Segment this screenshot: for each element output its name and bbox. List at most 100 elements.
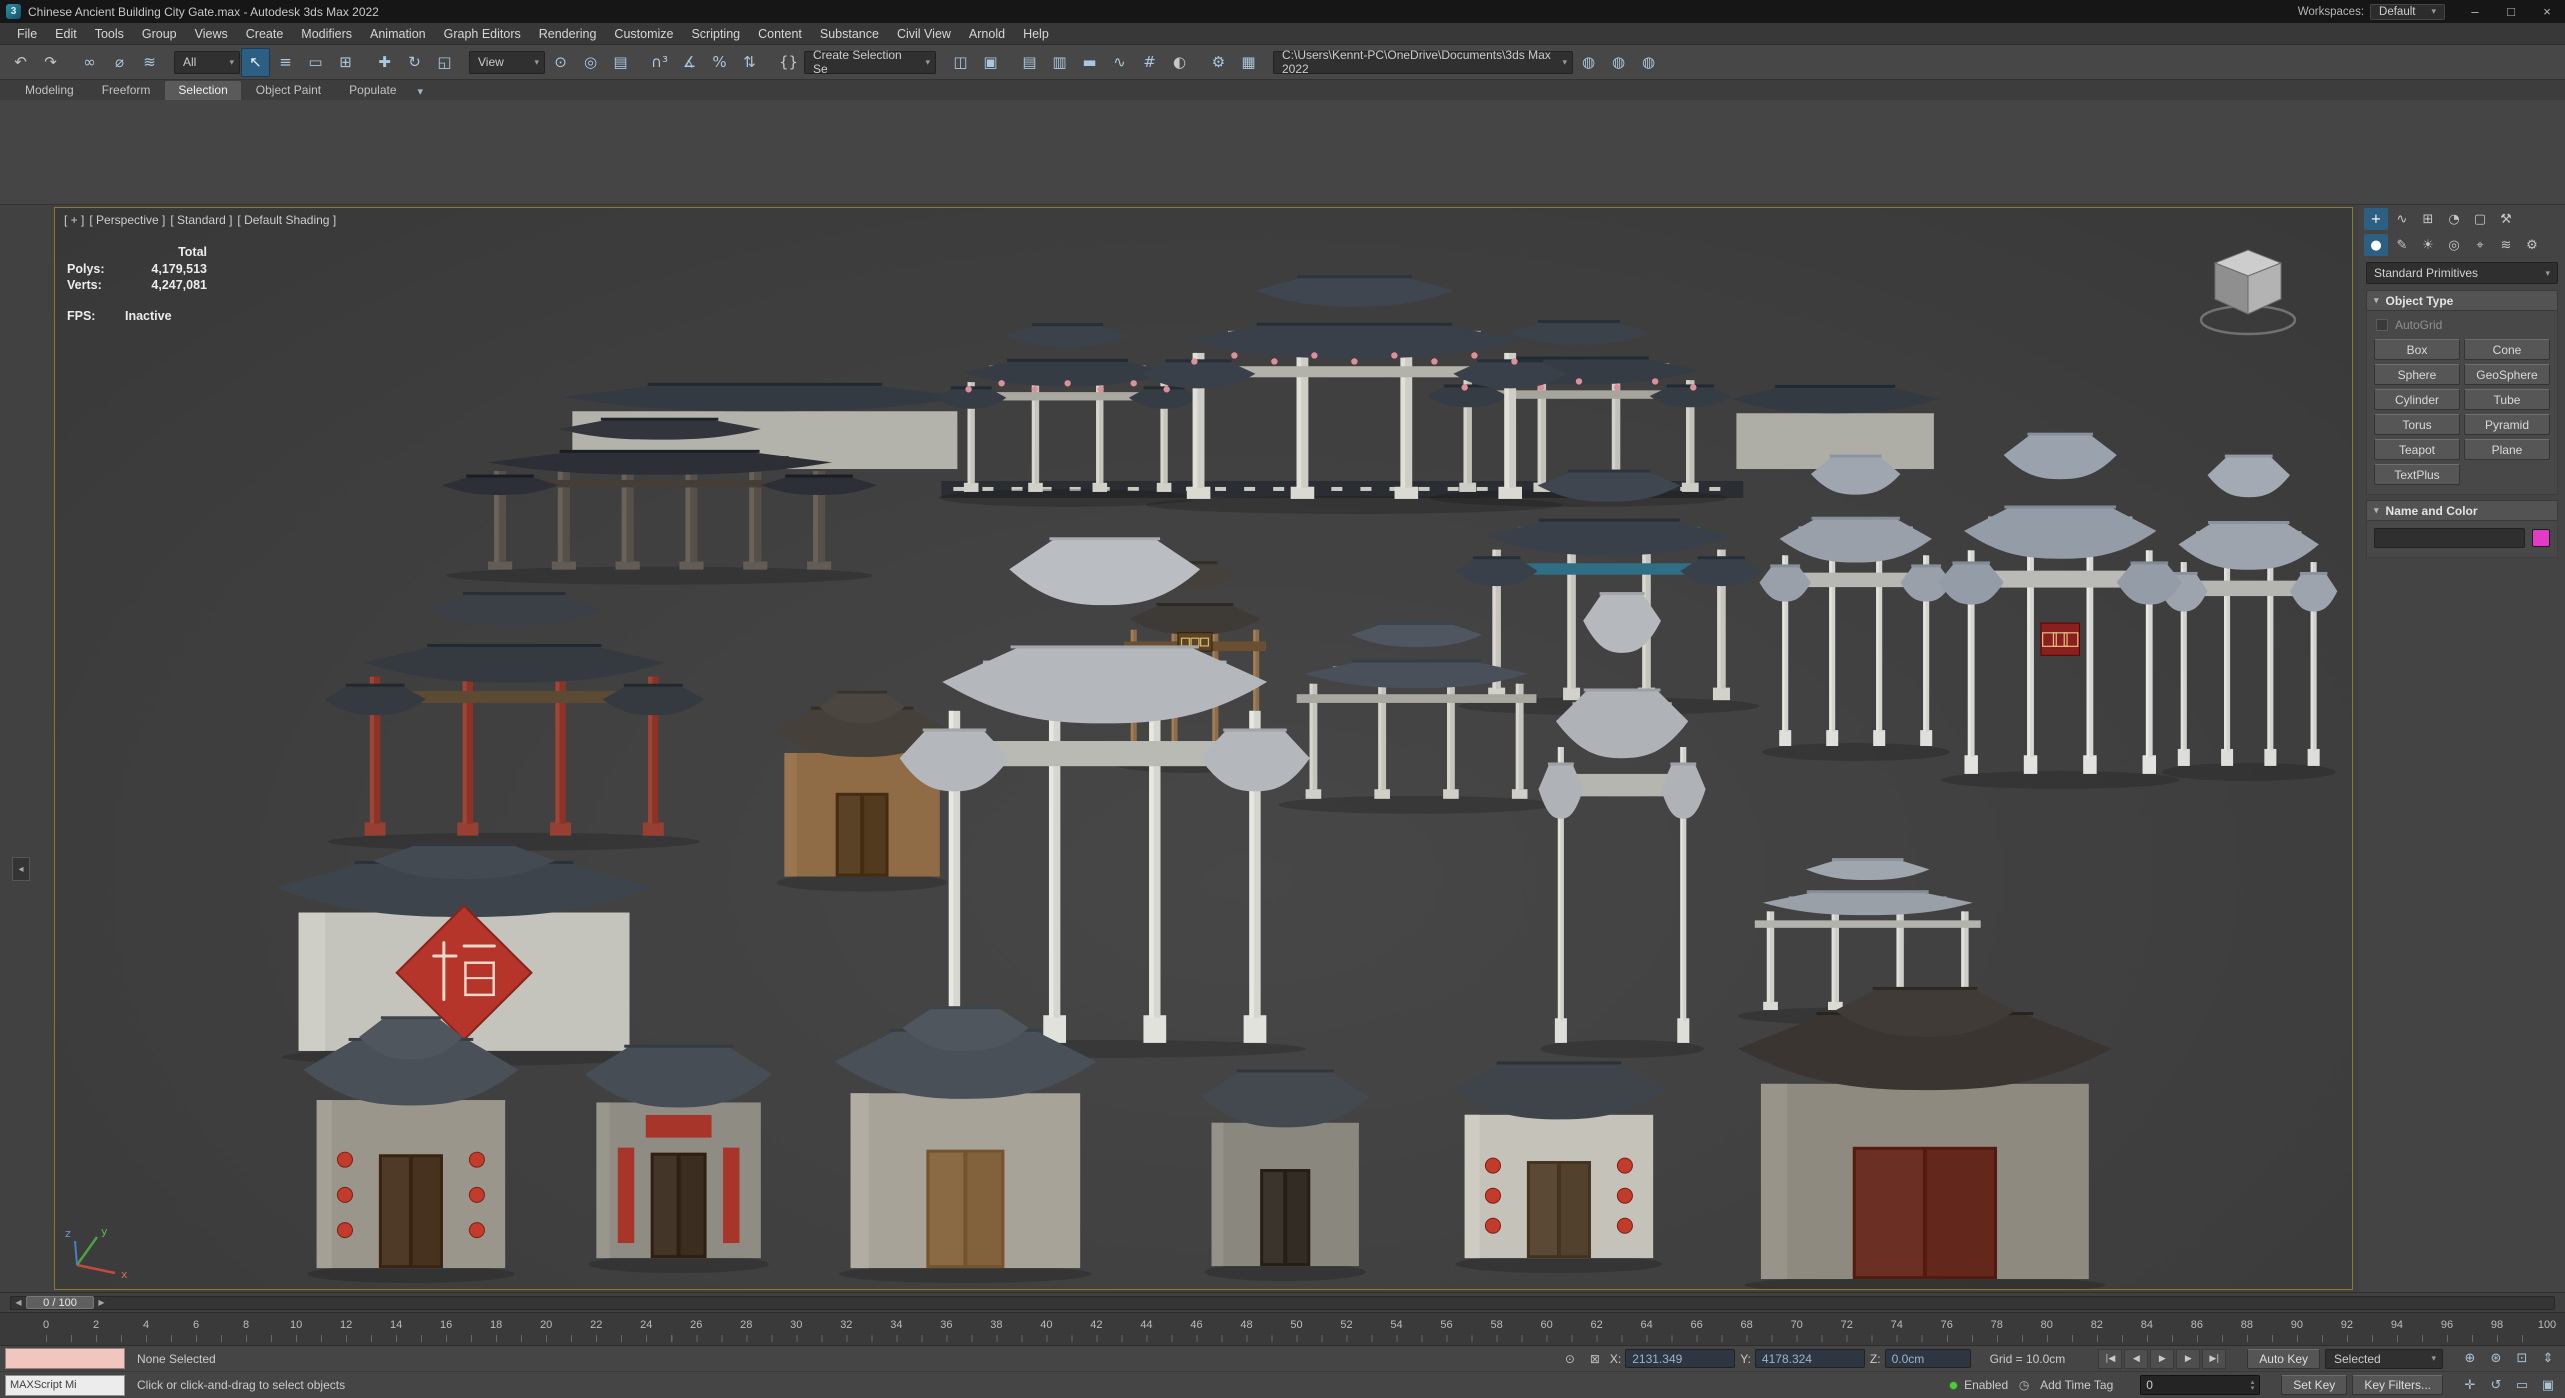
enabled-label[interactable]: Enabled — [1964, 1378, 2008, 1392]
category-cameras-icon[interactable]: ◎ — [2442, 234, 2466, 256]
tab-hierarchy-icon[interactable]: ⊞ — [2416, 208, 2440, 230]
menu-content[interactable]: Content — [749, 24, 811, 44]
tab-utilities-icon[interactable]: ⚒ — [2494, 208, 2518, 230]
add-time-tag[interactable]: Add Time Tag — [2040, 1378, 2113, 1392]
layer-explorer-icon[interactable]: ▥ — [1045, 48, 1074, 77]
tab-display-icon[interactable]: ▢ — [2468, 208, 2492, 230]
object-type-rollout-header[interactable]: ▾ Object Type — [2366, 290, 2558, 311]
frame-spinner[interactable]: ▴ ▾ — [2251, 1379, 2255, 1392]
use-center-icon[interactable]: ⊙ — [546, 48, 575, 77]
go-to-start-icon[interactable]: |◀ — [2098, 1348, 2123, 1369]
time-slider-track[interactable]: ◀ 0 / 100 ▶ — [10, 1295, 2555, 1310]
menu-customize[interactable]: Customize — [605, 24, 682, 44]
x-coordinate-field[interactable]: 2131.349 — [1625, 1349, 1736, 1368]
autogrid-checkbox[interactable] — [2376, 319, 2388, 331]
clock-icon[interactable]: ◷ — [2014, 1375, 2034, 1395]
menu-views[interactable]: Views — [186, 24, 237, 44]
activeshade-icon[interactable]: ◍ — [1634, 48, 1663, 77]
scene-explorer-icon[interactable]: ▤ — [1015, 48, 1044, 77]
ribbon-toggle-icon[interactable]: ▬ — [1075, 48, 1104, 77]
maximize-viewport-icon[interactable]: ▣ — [2536, 1375, 2560, 1395]
ribbon-tab-modeling[interactable]: Modeling — [12, 81, 87, 100]
maxscript-mini-listener[interactable]: MAXScript Mi — [5, 1374, 125, 1396]
tab-modify-icon[interactable]: ∿ — [2390, 208, 2414, 230]
selection-lock-icon[interactable]: ⊠ — [1585, 1349, 1605, 1369]
menu-file[interactable]: File — [8, 24, 46, 44]
zoom-region-icon[interactable]: ▭ — [2510, 1375, 2534, 1395]
redo-icon[interactable]: ↷ — [36, 48, 65, 77]
menu-scripting[interactable]: Scripting — [682, 24, 749, 44]
object-type-button-teapot[interactable]: Teapot — [2374, 439, 2460, 460]
select-and-link-icon[interactable]: ∞ — [75, 48, 104, 77]
menu-help[interactable]: Help — [1014, 24, 1058, 44]
tab-create-icon[interactable]: + — [2364, 208, 2388, 230]
spinner-snap-icon[interactable]: ⇅ — [735, 48, 764, 77]
key-filters-button[interactable]: Key Filters... — [2352, 1375, 2443, 1395]
next-frame-icon[interactable]: ▶ — [2176, 1348, 2201, 1369]
key-mode-dropdown[interactable]: Selected ▾ — [2325, 1348, 2443, 1369]
workspaces-dropdown[interactable]: Default ▾ — [2370, 3, 2445, 20]
named-selection-sets-icon[interactable]: {} — [774, 48, 803, 77]
auto-key-button[interactable]: Auto Key — [2247, 1348, 2320, 1369]
z-coordinate-field[interactable]: 0.0cm — [1884, 1349, 1971, 1368]
undo-icon[interactable]: ↶ — [6, 48, 35, 77]
menu-graph-editors[interactable]: Graph Editors — [435, 24, 530, 44]
next-frame-icon[interactable]: ▶ — [94, 1296, 109, 1309]
reference-coordinate-dropdown[interactable]: View ▾ — [469, 50, 545, 74]
select-and-scale-icon[interactable]: ◱ — [430, 48, 459, 77]
previous-frame-icon[interactable]: ◀ — [11, 1296, 26, 1309]
render-setup-icon[interactable]: ⚙ — [1204, 48, 1233, 77]
ribbon-tab-object-paint[interactable]: Object Paint — [243, 81, 334, 100]
mirror-icon[interactable]: ◫ — [946, 48, 975, 77]
ribbon-tab-populate[interactable]: Populate — [336, 81, 409, 100]
zoom-extents-icon[interactable]: ⊡ — [2510, 1349, 2534, 1369]
project-folder-dropdown[interactable]: C:\Users\Kennt-PC\OneDrive\Documents\3ds… — [1273, 48, 1573, 76]
viewport-menu-plus[interactable]: [ + ] — [64, 213, 84, 227]
minimize-button[interactable]: – — [2457, 0, 2493, 23]
viewport-shading-label[interactable]: [ Default Shading ] — [237, 213, 336, 227]
select-and-move-icon[interactable]: ✚ — [370, 48, 399, 77]
schematic-view-icon[interactable]: # — [1135, 48, 1164, 77]
zoom-icon[interactable]: ⊕ — [2458, 1349, 2482, 1369]
viewport-layout-tab-button[interactable]: ◂ — [12, 857, 30, 882]
primitives-dropdown[interactable]: Standard Primitives ▾ — [2366, 262, 2558, 284]
object-type-button-plane[interactable]: Plane — [2464, 439, 2550, 460]
viewport-scene[interactable] — [55, 208, 2352, 1289]
object-type-button-cylinder[interactable]: Cylinder — [2374, 389, 2460, 410]
category-helpers-icon[interactable]: ⌖ — [2468, 234, 2492, 256]
category-geometry-icon[interactable]: ● — [2364, 234, 2388, 256]
named-selection-set-dropdown[interactable]: Create Selection Se ▾ — [804, 48, 936, 76]
object-type-button-sphere[interactable]: Sphere — [2374, 364, 2460, 385]
object-type-button-textplus[interactable]: TextPlus — [2374, 464, 2460, 485]
selection-region-icon[interactable]: ▭ — [301, 48, 330, 77]
object-color-swatch[interactable] — [2532, 529, 2550, 547]
object-type-button-tube[interactable]: Tube — [2464, 389, 2550, 410]
angle-snap-icon[interactable]: ∡ — [675, 48, 704, 77]
isolate-selection-icon[interactable]: ⊙ — [1560, 1349, 1580, 1369]
snaps-toggle-icon[interactable]: ∩³ — [645, 48, 674, 77]
viewcube[interactable] — [2188, 234, 2308, 352]
select-and-rotate-icon[interactable]: ↻ — [400, 48, 429, 77]
ribbon-tab-freeform[interactable]: Freeform — [89, 81, 164, 100]
category-lights-icon[interactable]: ☀ — [2416, 234, 2440, 256]
menu-modifiers[interactable]: Modifiers — [292, 24, 361, 44]
orbit-icon[interactable]: ↺ — [2484, 1375, 2508, 1395]
set-key-button[interactable]: Set Key — [2281, 1375, 2348, 1395]
current-frame-field[interactable]: 0 ▴ ▾ — [2140, 1375, 2261, 1395]
window-crossing-icon[interactable]: ⊞ — [331, 48, 360, 77]
pan-icon[interactable]: ✛ — [2458, 1375, 2482, 1395]
menu-civil-view[interactable]: Civil View — [888, 24, 960, 44]
name-color-rollout-header[interactable]: ▾ Name and Color — [2366, 500, 2558, 521]
selection-filter-dropdown[interactable]: All ▾ — [174, 50, 240, 74]
time-slider-handle[interactable]: 0 / 100 — [26, 1296, 94, 1309]
object-type-button-geosphere[interactable]: GeoSphere — [2464, 364, 2550, 385]
track-bar[interactable]: 0 2 4 6 8 10 12 14 16 18 20 22 24 26 28 30 32 34 36 38 40 42 4… — [0, 1312, 2565, 1346]
menu-create[interactable]: Create — [237, 24, 293, 44]
menu-tools[interactable]: Tools — [86, 24, 133, 44]
viewport-pov-label[interactable]: [ Perspective ] — [89, 213, 165, 227]
curve-editor-icon[interactable]: ∿ — [1105, 48, 1134, 77]
render-iterative-icon[interactable]: ◍ — [1604, 48, 1633, 77]
field-of-view-icon[interactable]: ⇕ — [2536, 1349, 2560, 1369]
go-to-end-icon[interactable]: ▶| — [2202, 1348, 2227, 1369]
object-type-button-pyramid[interactable]: Pyramid — [2464, 414, 2550, 435]
